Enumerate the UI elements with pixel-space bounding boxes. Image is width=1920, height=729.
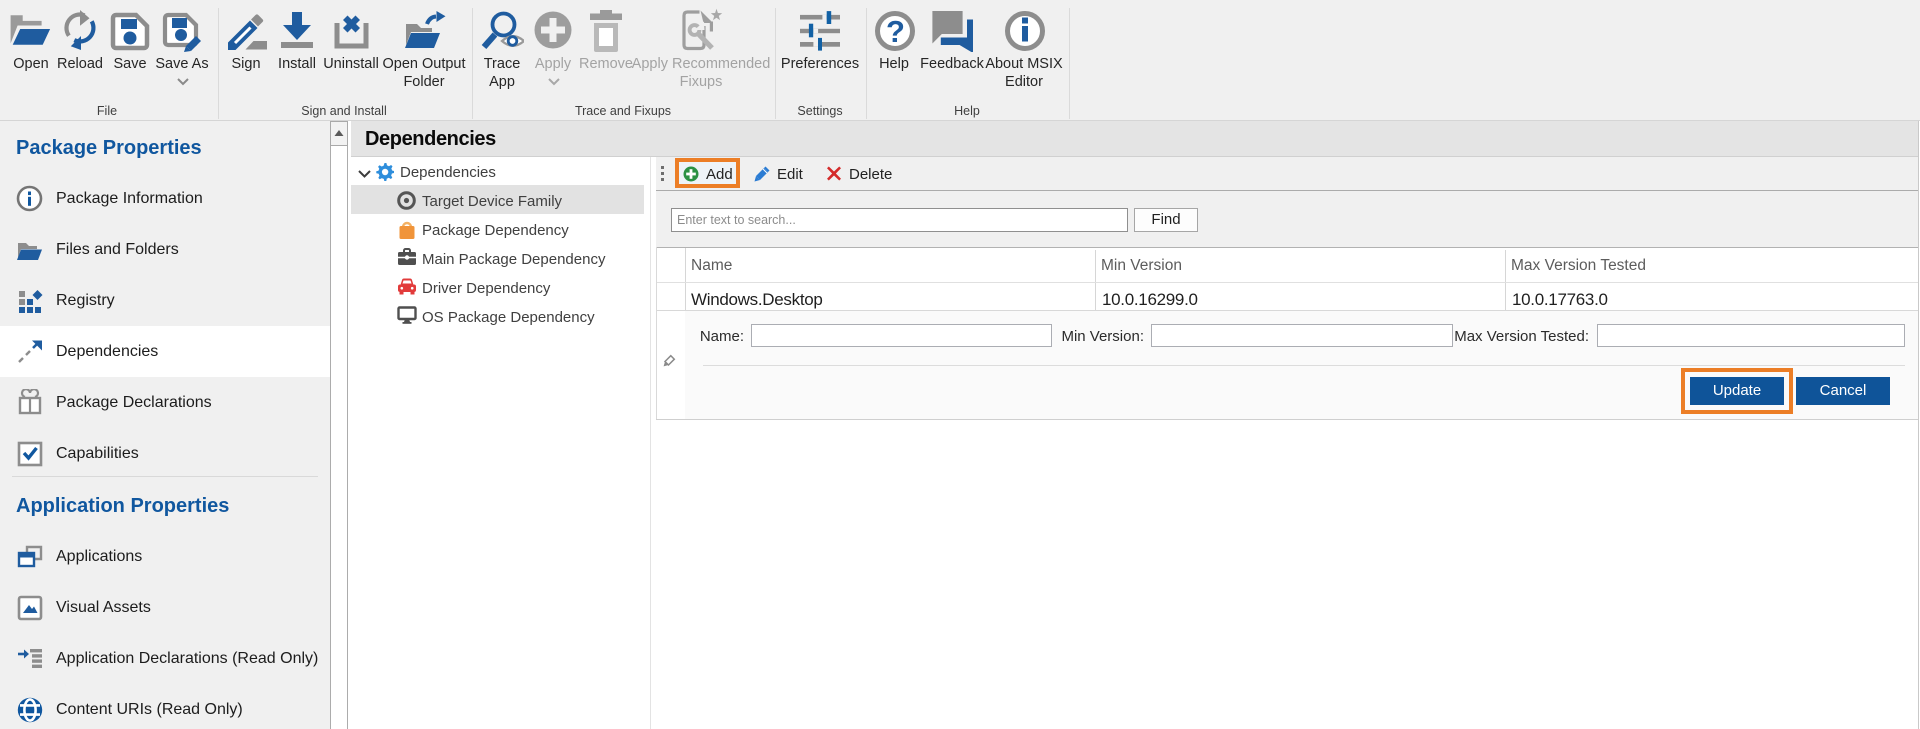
svg-text:?: ? — [886, 14, 905, 49]
